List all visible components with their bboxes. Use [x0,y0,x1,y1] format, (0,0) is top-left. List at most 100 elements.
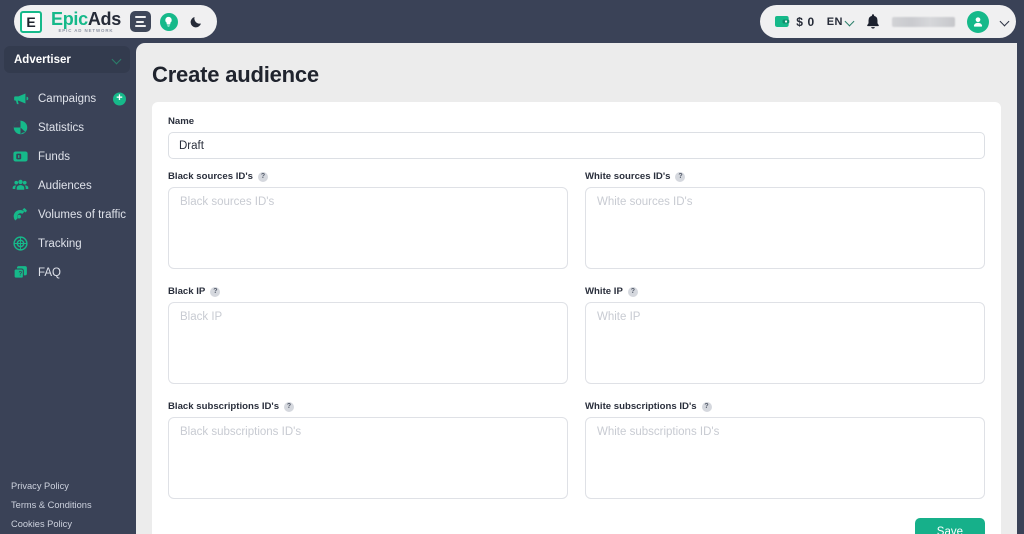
help-icon[interactable]: ? [210,286,221,297]
main-wrapper: Create audience Name Black sources ID's … [136,43,1024,534]
sidebar-item-label: Volumes of traffic [38,208,126,221]
sidebar-item-statistics[interactable]: Statistics [0,113,136,142]
sidebar-item-label: Funds [38,150,70,163]
black-ip-label-text: Black IP [168,286,206,297]
role-selector-label: Advertiser [14,53,71,66]
black-sources-field-group: Black sources ID's ? [168,171,568,274]
help-icon[interactable]: ? [701,401,712,412]
user-avatar-icon[interactable] [967,10,989,33]
footer-link-cookies-policy[interactable]: Cookies Policy [11,515,136,534]
chevron-down-icon [113,56,121,64]
black-sources-label: Black sources ID's ? [168,171,568,182]
black-subscriptions-field-group: Black subscriptions ID's ? [168,401,568,504]
white-sources-label: White sources ID's ? [585,171,985,182]
white-ip-field-group: White IP ? [585,286,985,389]
footer-link-terms-and-conditions[interactable]: Terms & Conditions [11,496,136,515]
white-ip-label: White IP ? [585,286,985,297]
lightbulb-icon [159,12,178,31]
create-audience-card: Name Black sources ID's ? [152,102,1001,534]
black-ip-textarea[interactable] [168,302,568,384]
sidebar-item-volumes-of-traffic[interactable]: Volumes of traffic [0,200,136,229]
sidebar-item-funds[interactable]: Funds [0,142,136,171]
sidebar: Advertiser Campaigns + Statistics Funds … [0,43,136,534]
help-icon[interactable]: ? [284,401,295,412]
white-subscriptions-textarea[interactable] [585,417,985,499]
sidebar-item-tracking[interactable]: Tracking [0,229,136,258]
help-icon[interactable]: ? [257,171,268,182]
wallet-icon [775,16,790,27]
sidebar-item-label: Campaigns [38,92,97,105]
white-subscriptions-label-text: White subscriptions ID's [585,401,697,412]
light-theme-toggle[interactable] [159,12,178,31]
black-sources-label-text: Black sources ID's [168,171,253,182]
body-row: Advertiser Campaigns + Statistics Funds … [0,43,1024,534]
header-left-group: E EpicAds EPIC AD NETWORK [14,5,217,38]
satellite-dish-icon [12,206,29,223]
main-content: Create audience Name Black sources ID's … [136,43,1017,534]
pie-chart-icon [12,119,29,136]
sidebar-footer: Privacy Policy Terms & Conditions Cookie… [0,477,136,534]
white-sources-label-text: White sources ID's [585,171,671,182]
brand-logo-text: EpicAds [51,10,121,28]
hamburger-menu-icon[interactable] [129,11,151,32]
language-selector[interactable]: EN [827,16,854,28]
dark-theme-toggle[interactable] [187,13,205,31]
brand-logo: EpicAds EPIC AD NETWORK [51,10,121,33]
menu-line [134,16,146,18]
megaphone-icon [12,90,29,107]
sources-row: Black sources ID's ? White sources ID's … [168,171,985,274]
name-field-group: Name [168,116,985,159]
help-icon[interactable]: ? [627,286,638,297]
page-title: Create audience [152,62,319,87]
app-root: E EpicAds EPIC AD NETWORK $ 0 EN Adverti… [0,0,1024,534]
moon-icon [190,16,201,27]
sidebar-item-label: FAQ [38,266,62,279]
footer-link-privacy-policy[interactable]: Privacy Policy [11,477,136,496]
svg-text:?: ? [19,271,23,277]
black-subscriptions-textarea[interactable] [168,417,568,499]
ip-row: Black IP ? White IP ? [168,286,985,389]
question-chat-icon: ? [12,264,29,281]
account-name-redacted [892,16,955,27]
logo-mark-icon: E [20,10,42,33]
sidebar-item-campaigns[interactable]: Campaigns + [0,84,136,113]
black-ip-field-group: Black IP ? [168,286,568,389]
black-subscriptions-label: Black subscriptions ID's ? [168,401,568,412]
save-button[interactable]: Save [914,518,985,534]
brand-tagline: EPIC AD NETWORK [58,27,114,33]
help-icon[interactable]: ? [675,171,686,182]
add-campaign-label: + [116,91,123,104]
black-sources-textarea[interactable] [168,187,568,269]
sidebar-item-label: Statistics [38,121,85,134]
balance-group[interactable]: $ 0 [774,14,814,29]
save-row: Save [168,518,985,534]
money-icon [12,148,29,165]
chevron-down-icon [846,18,854,26]
menu-line [136,20,145,23]
sidebar-item-label: Tracking [38,237,82,250]
white-subscriptions-field-group: White subscriptions ID's ? [585,401,985,504]
black-ip-label: Black IP ? [168,286,568,297]
header-right-group: $ 0 EN [760,5,1016,38]
white-ip-textarea[interactable] [585,302,985,384]
name-label-text: Name [168,116,195,127]
language-value: EN [826,15,843,28]
role-selector[interactable]: Advertiser [4,46,130,73]
black-subscriptions-label-text: Black subscriptions ID's [168,401,280,412]
brand-logo-ads: Ads [87,8,121,29]
target-icon [12,235,29,252]
add-campaign-button[interactable]: + [113,92,126,105]
white-sources-field-group: White sources ID's ? [585,171,985,274]
name-field-label: Name [168,116,985,127]
account-chevron-down-icon[interactable] [1001,18,1009,26]
menu-line [134,25,146,27]
sidebar-item-audiences[interactable]: Audiences [0,171,136,200]
white-sources-textarea[interactable] [585,187,985,269]
subscriptions-row: Black subscriptions ID's ? White subscri… [168,401,985,504]
top-bar: E EpicAds EPIC AD NETWORK $ 0 EN [0,0,1024,43]
sidebar-item-faq[interactable]: ? FAQ [0,258,136,287]
bell-icon[interactable] [866,13,880,30]
sidebar-nav: Campaigns + Statistics Funds Audiences V… [0,84,136,287]
name-input[interactable] [168,132,985,159]
balance-amount: $ 0 [796,14,815,29]
